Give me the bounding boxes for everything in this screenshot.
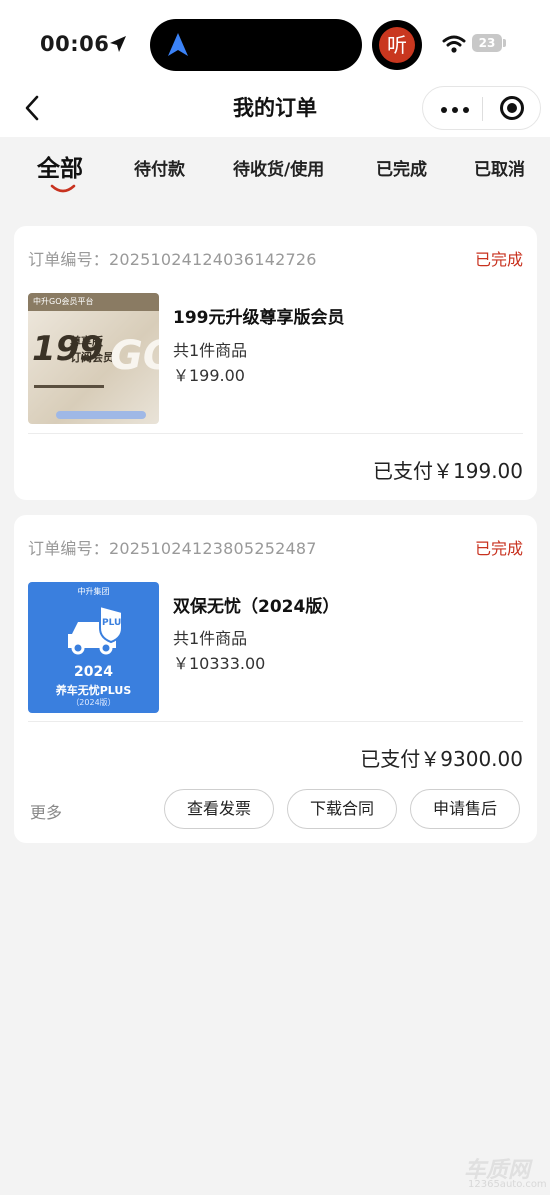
order-card[interactable]: 订单编号：20251024123805252487 已完成 中升集团 PLUS … [14, 515, 537, 843]
thumb-glow [56, 411, 146, 419]
view-invoice-button[interactable]: 查看发票 [164, 789, 274, 829]
tab-pending-payment[interactable]: 待付款 [134, 155, 185, 180]
order-status: 已完成 [474, 250, 523, 269]
order-status: 已完成 [474, 539, 523, 558]
product-price: ￥10333.00 [173, 654, 266, 673]
card-divider [28, 433, 523, 434]
download-contract-button[interactable]: 下载合同 [287, 789, 397, 829]
more-actions-link[interactable]: 更多 [30, 799, 62, 823]
active-tab-indicator [50, 184, 76, 193]
order-number: 订单编号：20251024124036142726 [28, 250, 317, 269]
navigation-icon [168, 33, 188, 56]
thumb-shield-label: PLUS [102, 618, 128, 628]
tab-completed[interactable]: 已完成 [376, 155, 427, 180]
tab-all[interactable]: 全部 [37, 149, 83, 183]
listening-app-icon[interactable]: 听 [372, 20, 422, 70]
status-time: 00:06 [40, 32, 110, 56]
tab-pending-receipt[interactable]: 待收货/使用 [233, 155, 324, 180]
app-badge-label: 听 [379, 27, 415, 63]
product-thumbnail[interactable]: 中升集团 PLUS 2024 养车无忧PLUS （2024版） [28, 582, 159, 713]
order-number: 订单编号：20251024123805252487 [28, 539, 317, 558]
thumb-subtitle: （2024版） [71, 698, 116, 707]
wifi-icon [442, 35, 466, 53]
thumb-rule [34, 385, 104, 388]
paid-amount: 已支付￥199.00 [373, 459, 523, 483]
thumb-brand: 中升GO会员平台 [33, 297, 94, 306]
top-bar: 00:06 听 23 我的订单 [0, 0, 550, 137]
paid-amount: 已支付￥9300.00 [360, 747, 523, 771]
thumb-title: 养车无忧PLUS [55, 684, 132, 697]
battery-icon: 23 [472, 34, 502, 52]
product-name: 199元升级尊享版会员 [173, 308, 345, 328]
close-miniprogram-icon[interactable] [500, 96, 524, 120]
battery-tip [503, 39, 506, 47]
thumb-line1: 尊享版 [70, 335, 103, 348]
thumb-go-logo: GO [110, 333, 159, 379]
apply-aftersale-button[interactable]: 申请售后 [410, 789, 520, 829]
card-divider [28, 721, 523, 722]
order-tabs: 全部 待付款 待收货/使用 已完成 已取消 [0, 137, 550, 207]
order-card[interactable]: 订单编号：20251024124036142726 已完成 中升GO会员平台 1… [14, 226, 537, 500]
watermark-url: 12365auto.com [468, 1179, 547, 1190]
miniprogram-capsule [422, 86, 541, 130]
thumb-year: 2024 [74, 664, 113, 680]
product-count: 共1件商品 [173, 629, 248, 648]
location-arrow-icon [110, 36, 126, 52]
product-thumbnail[interactable]: 中升GO会员平台 199 尊享版 订阅会员 GO [28, 293, 159, 424]
thumb-brand: 中升集团 [77, 587, 110, 596]
product-price: ￥199.00 [173, 366, 245, 385]
watermark: 车质网 12365auto.com [460, 1152, 548, 1192]
product-name: 双保无忧（2024版） [173, 597, 340, 617]
capsule-divider [482, 97, 483, 121]
more-dots-icon[interactable] [441, 107, 469, 113]
dynamic-island [150, 19, 362, 71]
car-shield-icon [68, 604, 123, 655]
thumb-line2: 订阅会员 [70, 351, 114, 364]
product-count: 共1件商品 [173, 341, 248, 360]
tab-cancelled[interactable]: 已取消 [474, 155, 525, 180]
